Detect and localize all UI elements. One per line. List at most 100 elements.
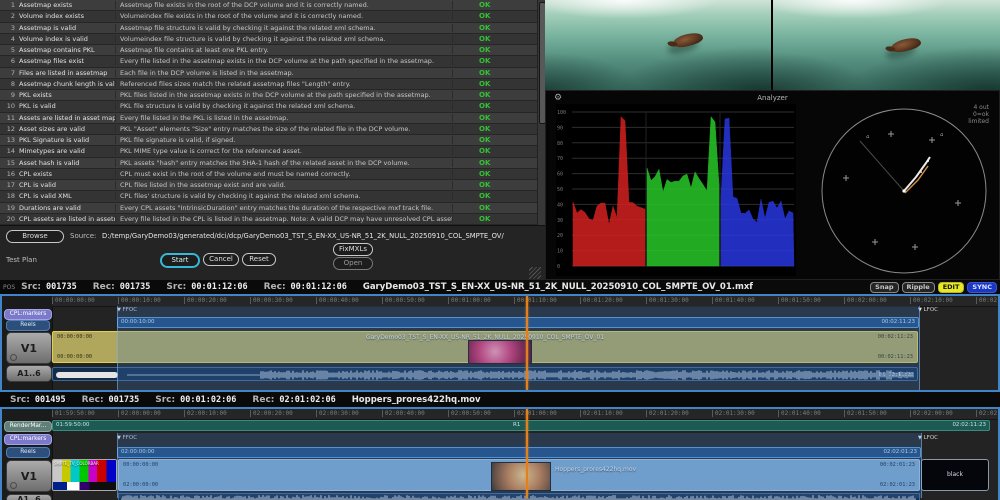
track-lock-icon — [10, 482, 17, 489]
browse-button[interactable]: Browse — [6, 230, 64, 243]
status-badge: OK — [452, 1, 537, 9]
cell: CPL assets are listed in assetmap — [19, 215, 115, 223]
cell: Each file in the DCP volume is listed in… — [115, 69, 452, 77]
colorbar-clip[interactable]: SMPTE_TV_COLORBAR — [52, 459, 117, 491]
ripple-button[interactable]: Ripple — [902, 282, 935, 293]
selection-region — [117, 433, 922, 498]
ruler-tick: 00:00:40:00 — [316, 297, 359, 304]
resize-grip-icon[interactable] — [529, 267, 541, 279]
sync-button[interactable]: SYNC — [967, 282, 997, 293]
validation-row[interactable]: 18CPL is valid XMLCPL files' structure i… — [0, 191, 537, 202]
validation-row[interactable]: 19Durations are validEvery CPL assets "I… — [0, 203, 537, 214]
lfoc-marker[interactable]: ▼ LFOC — [918, 307, 938, 313]
validation-row[interactable]: 10PKL is validPKL file structure is vali… — [0, 101, 537, 112]
validation-row[interactable]: 16CPL existsCPL must exist in the root o… — [0, 169, 537, 180]
status-badge: OK — [452, 215, 537, 223]
cell: 16 — [0, 170, 19, 178]
validation-row[interactable]: 17CPL is validCPL files listed in the as… — [0, 180, 537, 191]
fixmxls-button[interactable]: FixMXLs — [333, 243, 373, 256]
ruler-tick: 00:02:20:00 — [976, 297, 998, 304]
reset-button[interactable]: Reset — [242, 253, 276, 266]
cell: 2 — [0, 12, 19, 20]
cell: 13 — [0, 136, 19, 144]
validation-row[interactable]: 15Asset hash is validPKL assets "hash" e… — [0, 158, 537, 169]
status-badge: OK — [452, 69, 537, 77]
validation-row[interactable]: 1Assetmap existsAssetmap file exists in … — [0, 0, 537, 11]
cell: PKL file structure is valid by checking … — [115, 102, 452, 110]
ruler-tick: 00:01:40:00 — [712, 297, 755, 304]
open-button[interactable]: Open — [333, 257, 373, 270]
validation-row[interactable]: 8Assetmap chunk length is validReference… — [0, 79, 537, 90]
track-audio-button[interactable]: A1..6 — [6, 494, 52, 500]
rec-timecode: 02:01:02:06 — [279, 395, 335, 405]
ruler-tick: 00:02:10:00 — [910, 297, 953, 304]
status-badge: OK — [452, 46, 537, 54]
transport-bar-2: Src: 001495 Rec: 001735 Src: 00:01:02:06… — [0, 392, 1000, 407]
playhead[interactable] — [526, 409, 528, 498]
track-cpl-markers[interactable]: CPL:markers — [4, 434, 52, 445]
cell: Files are listed in assetmap — [19, 69, 115, 77]
track-rendermarks[interactable]: RenderMar... — [4, 421, 52, 432]
ruler-tick: 00:01:30:00 — [646, 297, 689, 304]
cell: 10 — [0, 102, 19, 110]
cell: 11 — [0, 114, 19, 122]
ruler-tick: 00:01:00:00 — [448, 297, 491, 304]
validation-row[interactable]: 12Asset sizes are validPKL "Asset" eleme… — [0, 124, 537, 135]
track-lock-icon — [10, 354, 17, 361]
colorbar-bottom — [53, 482, 116, 490]
track-v1-button[interactable]: V1 — [6, 332, 52, 364]
validation-row[interactable]: 13PKL Signature is validPKL file signatu… — [0, 135, 537, 146]
cell: PKL exists — [19, 91, 115, 99]
cell: PKL MIME type value is correct for the r… — [115, 147, 452, 155]
track-reels[interactable]: Reels — [6, 447, 50, 458]
playhead[interactable] — [526, 296, 528, 390]
rendermarks-bar[interactable]: 01:59:50:00 R1 02:02:11:23 — [52, 420, 990, 431]
validation-row[interactable]: 3Assetmap is validAssetmap file structur… — [0, 23, 537, 34]
svg-text:70: 70 — [557, 156, 563, 162]
track-cpl-markers[interactable]: CPL:markers — [4, 309, 52, 320]
validation-row[interactable]: 5Assetmap contains PKLAssetmap file cont… — [0, 45, 537, 56]
validation-row[interactable]: 7Files are listed in assetmapEach file i… — [0, 68, 537, 79]
cell: CPL is valid XML — [19, 192, 115, 200]
validation-row[interactable]: 14Mimetypes are validPKL MIME type value… — [0, 146, 537, 157]
status-badge: OK — [452, 80, 537, 88]
cell: Assetmap exists — [19, 1, 115, 9]
cell: CPL files' structure is valid by checkin… — [115, 192, 452, 200]
validation-table: 1Assetmap existsAssetmap file exists in … — [0, 0, 537, 225]
cell: CPL is valid — [19, 181, 115, 189]
video-preview-left — [545, 0, 771, 90]
start-button[interactable]: Start — [160, 253, 200, 268]
black-clip[interactable]: black — [921, 459, 989, 491]
status-badge: OK — [452, 181, 537, 189]
cell: Assetmap file exists in the root of the … — [115, 1, 452, 9]
src-count: 001735 — [46, 282, 77, 292]
status-badge: OK — [452, 170, 537, 178]
status-badge: OK — [452, 192, 537, 200]
track-v1-button[interactable]: V1 — [6, 460, 52, 492]
snap-button[interactable]: Snap — [870, 282, 898, 293]
selection-region — [117, 306, 920, 390]
crawfish-subject — [890, 35, 922, 55]
cell: Durations are valid — [19, 204, 115, 212]
track-audio-button[interactable]: A1..6 — [6, 365, 52, 382]
cell: 3 — [0, 24, 19, 32]
cell: 1 — [0, 1, 19, 9]
validation-row[interactable]: 20CPL assets are listed in assetmapEvery… — [0, 214, 537, 225]
validation-row[interactable]: 9PKL existsPKL files listed in the asset… — [0, 90, 537, 101]
cell: Every CPL assets "IntrinsicDuration" ent… — [115, 204, 452, 212]
cell: Asset sizes are valid — [19, 125, 115, 133]
status-badge: OK — [452, 159, 537, 167]
vectorscope-readout: 4 out0=oklimited — [968, 104, 989, 125]
validation-row[interactable]: 4Volume index is validVolumeindex file s… — [0, 34, 537, 45]
track-reels[interactable]: Reels — [6, 320, 50, 331]
validation-row[interactable]: 6Assetmap files existEvery file listed i… — [0, 56, 537, 67]
rec-tc-label: Rec: — [252, 395, 274, 405]
cell: Assetmap contains PKL — [19, 46, 115, 54]
validation-row[interactable]: 11Assets are listed in asset mapEvery fi… — [0, 113, 537, 124]
src-count: 001495 — [35, 395, 66, 405]
validation-row[interactable]: 2Volume index existsVolumeindex file exi… — [0, 11, 537, 22]
ruler-tick: 02:00:00:00 — [118, 410, 161, 417]
cancel-button[interactable]: Cancel — [203, 253, 239, 266]
source-path: D:/temp/GaryDemo03/generated/dci/dcp/Gar… — [102, 232, 504, 240]
edit-mode-button[interactable]: EDIT — [938, 282, 965, 293]
